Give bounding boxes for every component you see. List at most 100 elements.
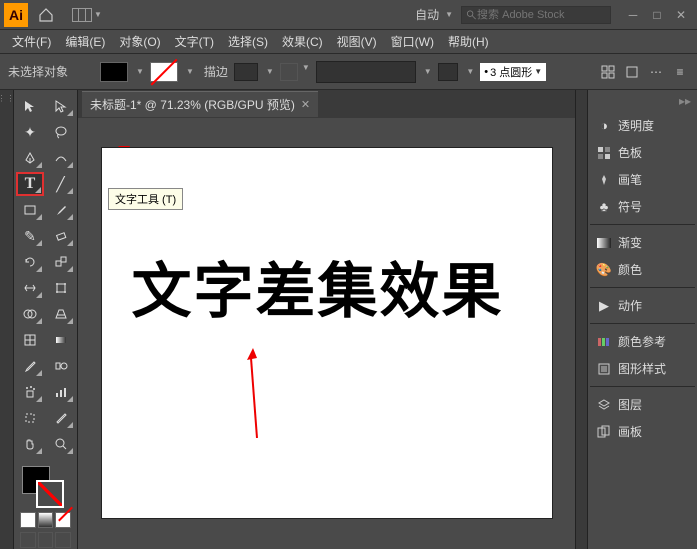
menu-type[interactable]: 文字(T) [169,31,220,52]
color-mode-solid[interactable] [20,512,36,528]
symbols-icon: ♣ [596,199,612,215]
layers-icon [596,397,612,413]
gradient-tool[interactable] [47,328,75,352]
panel-color[interactable]: 🎨颜色 [590,256,695,283]
eyedropper-tool[interactable] [16,354,44,378]
stroke-profile[interactable]: ▼ [280,63,310,81]
maximize-button[interactable]: □ [645,5,669,25]
stroke-label: 描边 [204,63,228,80]
panel-actions[interactable]: ▶动作 [590,292,695,319]
magic-wand-tool[interactable]: ✦ [16,120,44,144]
panel-menu-icon[interactable]: ≡ [671,63,689,81]
dock-strip-left: ⋮⋮ [0,90,14,549]
curvature-tool[interactable] [47,146,75,170]
search-input[interactable] [477,9,606,21]
perspective-tool[interactable] [47,302,75,326]
rotate-tool[interactable] [16,250,44,274]
symbol-sprayer-tool[interactable] [16,380,44,404]
menu-file[interactable]: 文件(F) [6,31,57,52]
stroke-weight-field[interactable] [234,63,258,81]
menu-window[interactable]: 窗口(W) [385,31,440,52]
mesh-tool[interactable] [16,328,44,352]
blend-tool[interactable] [47,354,75,378]
dock-strip-right [575,90,587,549]
annotation-arrow-2 [247,348,259,438]
arrange-documents-button[interactable]: ▼ [66,6,108,24]
rectangle-tool[interactable] [16,198,44,222]
zoom-tool[interactable] [47,432,75,456]
menu-help[interactable]: 帮助(H) [442,31,495,52]
menu-edit[interactable]: 编辑(E) [59,31,111,52]
lasso-tool[interactable] [47,120,75,144]
stroke-color-box[interactable] [36,480,64,508]
panel-transparency[interactable]: ◑透明度 [590,112,695,139]
artboards-icon [596,424,612,440]
pen-tool[interactable] [16,146,44,170]
toolbox: ✦ T ╱ ✎ [14,90,78,549]
panel-symbols[interactable]: ♣符号 [590,193,695,220]
scale-tool[interactable] [47,250,75,274]
panel-artboards[interactable]: 画板 [590,418,695,445]
hand-tool[interactable] [16,432,44,456]
panel-swatches[interactable]: 色板 [590,139,695,166]
shaper-tool[interactable]: ✎ [16,224,44,248]
graphic-style-select[interactable]: •3 点圆形▼ [480,63,546,81]
menu-select[interactable]: 选择(S) [222,31,274,52]
menu-effect[interactable]: 效果(C) [276,31,329,52]
slice-tool[interactable] [47,406,75,430]
type-tool[interactable]: T [16,172,44,196]
draw-normal[interactable] [20,532,36,548]
transform-icon[interactable] [623,63,641,81]
color-icon: 🎨 [596,262,612,278]
panel-brushes[interactable]: 画笔 [590,166,695,193]
shape-builder-tool[interactable] [16,302,44,326]
gradient-icon [596,235,612,251]
direct-selection-tool[interactable] [47,94,75,118]
panel-gradient[interactable]: 渐变 [590,229,695,256]
document-tab[interactable]: 未标题-1* @ 71.23% (RGB/GPU 预览) ✕ [82,91,318,117]
draw-behind[interactable] [38,532,54,548]
brush-definition[interactable] [316,61,416,83]
search-stock-field[interactable] [461,6,611,24]
line-tool[interactable]: ╱ [47,172,75,196]
close-button[interactable]: ✕ [669,5,693,25]
swatches-icon [596,145,612,161]
panel-collapse-icon[interactable]: ▸▸ [590,94,695,108]
panel-color-guide[interactable]: 颜色参考 [590,328,695,355]
draw-inside[interactable] [55,532,71,548]
panel-graphic-styles[interactable]: 图形样式 [590,355,695,382]
selection-status: 未选择对象 [8,63,68,80]
panel-dock: ▸▸ ◑透明度 色板 画笔 ♣符号 渐变 🎨颜色 ▶动作 颜色参考 图形样式 图… [587,90,697,549]
canvas-area[interactable]: 文字工具 (T) 文字差集效果 [78,118,575,549]
paintbrush-tool[interactable] [47,198,75,222]
close-tab-icon[interactable]: ✕ [301,98,310,111]
menu-object[interactable]: 对象(O) [113,31,166,52]
menu-view[interactable]: 视图(V) [331,31,383,52]
stroke-swatch[interactable] [150,62,178,82]
opacity-field[interactable] [438,63,459,81]
width-tool[interactable] [16,276,44,300]
minimize-button[interactable]: ─ [621,5,645,25]
fill-swatch[interactable] [100,62,128,82]
home-icon[interactable] [34,3,58,27]
color-mode-none[interactable] [55,512,71,528]
color-mode-gradient[interactable] [38,512,54,528]
workspace-label[interactable]: 自动 [415,6,439,23]
actions-icon: ▶ [596,298,612,314]
search-icon [466,9,477,21]
eraser-tool[interactable] [47,224,75,248]
document-tab-title: 未标题-1* @ 71.23% (RGB/GPU 预览) [90,96,295,113]
free-transform-tool[interactable] [47,276,75,300]
graph-tool[interactable] [47,380,75,404]
type-tool-tooltip: 文字工具 (T) [108,188,183,210]
fill-stroke-control[interactable] [16,464,75,510]
app-logo: Ai [4,3,28,27]
artboard-text-object[interactable]: 文字差集效果 [132,243,504,330]
artboard-tool[interactable] [16,406,44,430]
graphic-styles-icon [596,361,612,377]
panel-layers[interactable]: 图层 [590,391,695,418]
align-icon[interactable] [599,63,617,81]
selection-tool[interactable] [16,94,44,118]
prefs-icon[interactable]: ⋯ [647,63,665,81]
workspace-dropdown-icon[interactable]: ▼ [445,10,453,19]
